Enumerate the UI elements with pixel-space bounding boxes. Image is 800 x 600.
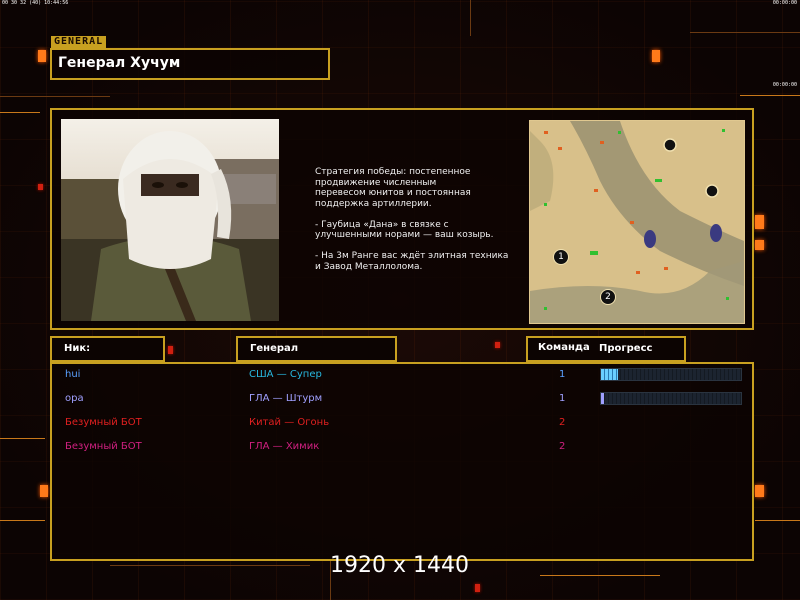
ember-light [652, 50, 660, 62]
decor-line [0, 96, 110, 97]
ember-light [755, 215, 764, 229]
general-portrait [61, 119, 279, 321]
player-nick: Безумный БОТ [65, 417, 142, 428]
progress-bar-fill [601, 369, 618, 380]
player-row[interactable]: Безумный БОТ ГЛА — Химик 2 [52, 436, 752, 458]
status-text-right: 00:00:00 [772, 0, 797, 6]
general-header-label: Генерал [250, 343, 299, 354]
decor-line [470, 0, 471, 36]
ember-light [475, 584, 480, 592]
decor-line [740, 95, 800, 96]
decor-line [755, 520, 800, 521]
player-row[interactable]: ора ГЛА — Штурм 1 [52, 388, 752, 410]
player-team[interactable]: 2 [559, 417, 565, 428]
general-header: Генерал [236, 336, 397, 362]
decor-line [0, 520, 45, 521]
resolution-label: 1920 x 1440 [330, 553, 469, 578]
ember-light [755, 485, 764, 497]
player-team[interactable]: 1 [559, 369, 565, 380]
ember-light [495, 342, 500, 348]
status-text-right-lower: 00:00:00 [772, 82, 797, 88]
status-text-left: 00 30 32 (40) 10:44:56 [2, 0, 69, 6]
general-title-box: Генерал Хучум [50, 48, 330, 80]
progress-bar [600, 368, 742, 381]
player-general[interactable]: Китай — Огонь [249, 417, 329, 428]
ember-light [38, 184, 43, 190]
ember-light [755, 240, 764, 250]
map-preview[interactable]: 1 2 [529, 120, 745, 324]
map-image [530, 121, 744, 323]
player-list-panel: hui США — Супер 1 ора ГЛА — Штурм 1 Безу… [50, 362, 754, 561]
general-name: Генерал Хучум [58, 55, 181, 71]
team-progress-header: Команда Прогресс [526, 336, 686, 362]
decor-line [540, 575, 660, 576]
player-general[interactable]: США — Супер [249, 369, 322, 380]
player-general[interactable]: ГЛА — Штурм [249, 393, 322, 404]
progress-header-label: Прогресс [599, 343, 653, 354]
team-header-label: Команда [538, 342, 590, 353]
progress-bar [600, 392, 742, 405]
ember-light [40, 485, 48, 497]
general-info-panel: Стратегия победы: постепенное продвижени… [50, 108, 754, 330]
player-row[interactable]: hui США — Супер 1 [52, 364, 752, 386]
decor-line [690, 32, 800, 33]
start-position-2[interactable]: 2 [600, 289, 616, 305]
player-team[interactable]: 2 [559, 441, 565, 452]
ember-light [168, 346, 173, 354]
nick-header: Ник: [50, 336, 165, 362]
player-team[interactable]: 1 [559, 393, 565, 404]
start-position-1[interactable]: 1 [553, 249, 569, 265]
player-row[interactable]: Безумный БОТ Китай — Огонь 2 [52, 412, 752, 434]
ember-light [38, 50, 46, 62]
player-nick: Безумный БОТ [65, 441, 142, 452]
decor-line [0, 112, 40, 113]
nick-header-label: Ник: [64, 343, 91, 354]
decor-line [0, 438, 45, 439]
general-description: Стратегия победы: постепенное продвижени… [315, 167, 509, 272]
progress-bar-fill [601, 393, 604, 404]
decor-line [110, 565, 310, 566]
portrait-image [61, 119, 279, 321]
general-tag: GENERAL [51, 36, 107, 48]
player-nick: ора [65, 393, 84, 404]
player-general[interactable]: ГЛА — Химик [249, 441, 319, 452]
player-nick: hui [65, 369, 81, 380]
